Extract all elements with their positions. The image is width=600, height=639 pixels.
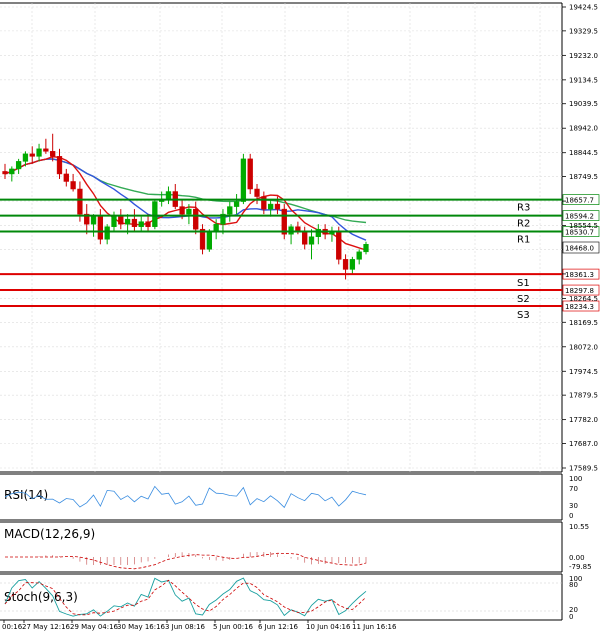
price-tick-label: 18554.5 [569,222,598,230]
candle-body [206,231,212,250]
candle-body [131,218,138,227]
candle-body [193,208,199,230]
price-tick-label: 18749.5 [569,173,598,181]
candle-body [179,206,185,215]
candle-body [261,196,267,210]
level-value-s3: 18234.3 [565,303,594,311]
candle-body [302,231,308,245]
candle-body [70,181,76,190]
candle-body [165,191,172,200]
price-tick-label: 18264.5 [569,295,598,303]
macd-label: MACD(12,26,9) [4,527,95,541]
candle-body [50,151,56,157]
macd-level-bottom: -79.85 [569,563,592,571]
price-tick-label: 18942.0 [569,125,598,133]
candle-body [118,216,124,225]
candle-body [63,173,69,182]
rsi-level-0: 0 [569,512,573,520]
candle-body [15,161,22,170]
candle-body [254,188,260,197]
rsi-level-30: 30 [569,502,578,510]
level-value-r3: 18657.7 [565,197,594,205]
time-tick-label: 6 Jun 12:16 [258,623,299,631]
candle-body [56,156,63,175]
price-tick-label: 19134.5 [569,76,598,84]
candle-body [22,153,29,162]
level-name-s2: S2 [517,294,530,305]
candle-body [43,148,49,152]
candle-body [77,188,83,215]
time-tick-label: 29 May 04:16 [70,623,119,631]
candle-body [336,231,342,260]
candle-body [247,158,253,190]
stoch-level-0: 0 [569,613,573,621]
level-name-r1: R1 [517,235,530,246]
price-tick-label: 19424.5 [569,4,598,12]
candle-body [124,218,131,225]
price-tick-label: 19329.5 [569,27,598,35]
current-price-label: 18468.0 [565,245,594,253]
time-tick-label: 5 Jun 00:16 [213,623,254,631]
stoch-level-80: 80 [569,581,578,589]
candle-body [281,208,287,235]
candle-body [90,216,97,225]
level-value-s2: 18297.8 [565,287,594,295]
current-price-marker: 18468.0 [562,241,600,254]
time-tick-label: 3 Jun 08:16 [165,623,206,631]
candle-body [356,251,362,260]
time-tick-label: 10 Jun 04:16 [306,623,351,631]
time-tick-label: 00:16 [2,623,23,631]
level-name-r2: R2 [517,219,530,230]
macd-level-top: 10.55 [569,523,589,531]
candle-body [111,216,117,227]
candle-body [342,259,349,270]
candle-body [186,208,192,215]
candle-body [240,158,247,202]
price-tick-label: 17879.5 [569,392,598,400]
rsi-label: RSI(14) [4,488,48,502]
level-name-s3: S3 [517,310,530,321]
price-tick-label: 19039.5 [569,100,598,108]
price-tick-label: 19232.0 [569,52,598,60]
candle-body [152,201,158,227]
candle-body [227,206,233,215]
chart-canvas: 18530.7R118594.2R218657.7R318361.3S11829… [0,0,600,635]
price-tick-label: 17687.0 [569,440,598,448]
candle-body [104,226,110,240]
time-tick-label: 11 Jun 16:16 [352,623,397,631]
level-name-s1: S1 [517,278,530,289]
price-tick-label: 17782.0 [569,416,598,424]
rsi-level-70: 70 [569,485,578,493]
price-tick-label: 18072.0 [569,343,598,351]
candle-body [145,221,151,227]
candle-body [363,244,369,253]
candle-body [2,171,8,175]
rsi-level-100: 100 [569,475,582,483]
candle-body [36,148,42,157]
candle-body [288,226,294,235]
price-tick-label: 17589.5 [569,465,598,473]
candle-body [29,153,35,157]
candle-body [267,203,274,210]
level-name-r3: R3 [517,203,530,214]
time-tick-label: 27 May 12:16 [22,623,71,631]
candle-body [308,236,315,245]
price-tick-label: 18169.5 [569,319,598,327]
candle-body [138,221,144,227]
candle-body [274,203,281,210]
candle-body [315,228,321,237]
time-tick-label: 30 May 16:16 [117,623,166,631]
candle-body [233,201,240,207]
candle-body [97,216,104,240]
price-tick-label: 18844.5 [569,149,598,157]
level-value-s1: 18361.3 [565,271,594,279]
candle-body [9,168,15,175]
candle-body [349,259,356,270]
price-tick-label: 17974.5 [569,368,598,376]
trading-chart: 18530.7 R1 18594.2 R2 18657.7 R3 18361.3 S1 1829… [0,0,600,635]
level-value-r2: 18594.2 [565,213,594,221]
stoch-label: Stoch(9,6,3) [4,590,78,604]
macd-level-zero: 0.00 [569,554,585,562]
